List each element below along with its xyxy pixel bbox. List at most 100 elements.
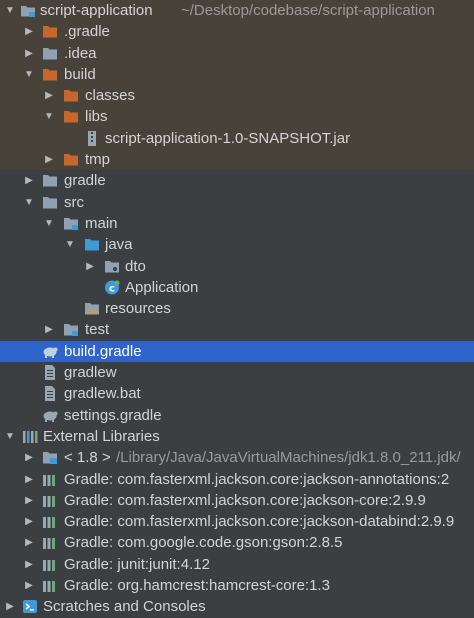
chevron-down-icon[interactable]: ▼ — [4, 0, 16, 21]
library-icon — [43, 559, 55, 571]
folder-icon — [64, 111, 78, 123]
tree-row-jar[interactable]: script-application-1.0-SNAPSHOT.jar — [0, 127, 474, 150]
scratches-icon — [23, 600, 37, 614]
tree-row-library[interactable]: ▶ Gradle: com.google.code.gson:gson:2.8.… — [0, 532, 474, 553]
tree-row-build[interactable]: ▼ build — [0, 63, 474, 86]
tree-row-library[interactable]: ▶ Gradle: com.fasterxml.jackson.core:jac… — [0, 511, 474, 532]
jdk-label: < 1.8 > — [64, 449, 111, 467]
tree-row-settings-gradle[interactable]: settings.gradle — [0, 405, 474, 426]
chevron-down-icon[interactable]: ▼ — [23, 64, 35, 85]
library-icon — [43, 581, 55, 593]
folder-icon — [64, 90, 78, 102]
source-folder-icon — [85, 239, 99, 251]
jar-file-icon — [88, 130, 96, 146]
dot-gradle-label: .gradle — [64, 23, 110, 41]
sdk-folder-icon — [43, 452, 57, 465]
tree-row-java[interactable]: ▼ java — [0, 234, 474, 255]
classes-label: classes — [85, 87, 136, 105]
chevron-right-icon[interactable]: ▶ — [43, 149, 55, 170]
tree-row-application[interactable]: c Application — [0, 277, 474, 298]
root-path: ~/Desktop/codebase/script-application — [181, 2, 435, 19]
tree-row-test[interactable]: ▶ test — [0, 319, 474, 340]
tree-row-jdk[interactable]: ▶ < 1.8 > /Library/Java/JavaVirtualMachi… — [0, 447, 474, 468]
tree-row-gradle[interactable]: ▶ gradle — [0, 170, 474, 191]
library-icon — [43, 495, 55, 507]
folder-icon — [43, 68, 57, 81]
tree-row-library[interactable]: ▶ Gradle: org.hamcrest:hamcrest-core:1.3 — [0, 575, 474, 596]
text-file-icon — [45, 365, 55, 381]
chevron-down-icon[interactable]: ▼ — [64, 234, 76, 255]
library-label: Gradle: com.fasterxml.jackson.core:jacks… — [64, 470, 450, 488]
module-folder-icon — [64, 324, 78, 337]
chevron-right-icon[interactable]: ▶ — [23, 469, 35, 490]
tree-row-main[interactable]: ▼ main — [0, 213, 474, 234]
external-libraries-label: External Libraries — [43, 427, 160, 445]
library-icon — [43, 538, 55, 550]
gradlew-bat-label: gradlew.bat — [64, 385, 141, 403]
tree-row-gradlew[interactable]: gradlew — [0, 362, 474, 383]
tree-row-build-gradle[interactable]: build.gradle — [0, 340, 474, 363]
svg-text:c: c — [109, 283, 115, 294]
library-label: Gradle: com.fasterxml.jackson.core:jacks… — [64, 513, 455, 531]
tree-row-dot-gradle[interactable]: ▶ .gradle — [0, 21, 474, 43]
tree-row-classes[interactable]: ▶ classes — [0, 85, 474, 107]
folder-icon — [43, 47, 57, 60]
build-label: build — [64, 65, 96, 83]
library-icon — [23, 430, 38, 443]
tree-row-tmp[interactable]: ▶ tmp — [0, 149, 474, 171]
chevron-down-icon[interactable]: ▼ — [4, 426, 16, 447]
library-label: Gradle: com.google.code.gson:gson:2.8.5 — [64, 534, 343, 552]
tree-row-gradlew-bat[interactable]: gradlew.bat — [0, 383, 474, 404]
tree-row-root[interactable]: ▼ script-application ~/Desktop/codebase/… — [0, 0, 474, 22]
chevron-right-icon[interactable]: ▶ — [23, 170, 35, 191]
library-icon — [43, 474, 55, 486]
folder-icon — [43, 26, 57, 38]
tree-row-external-libraries[interactable]: ▼ External Libraries — [0, 426, 474, 447]
gradle-elephant-icon — [43, 411, 58, 422]
dto-label: dto — [125, 257, 146, 275]
chevron-right-icon[interactable]: ▶ — [84, 256, 96, 277]
tree-row-src[interactable]: ▼ src — [0, 192, 474, 213]
library-label: Gradle: junit:junit:4.12 — [64, 555, 210, 573]
tree-row-libs[interactable]: ▼ libs — [0, 106, 474, 128]
chevron-right-icon[interactable]: ▶ — [23, 511, 35, 532]
text-file-icon — [45, 386, 55, 402]
tree-row-library[interactable]: ▶ Gradle: com.fasterxml.jackson.core:jac… — [0, 490, 474, 511]
build-gradle-label: build.gradle — [64, 342, 142, 360]
chevron-right-icon[interactable]: ▶ — [23, 554, 35, 575]
chevron-right-icon[interactable]: ▶ — [23, 21, 35, 42]
gradlew-label: gradlew — [64, 364, 117, 382]
chevron-right-icon[interactable]: ▶ — [23, 447, 35, 468]
module-folder-icon — [21, 6, 35, 17]
resources-folder-icon — [85, 303, 99, 315]
project-tree: ▼ script-application ~/Desktop/codebase/… — [0, 0, 474, 618]
tree-row-idea[interactable]: ▶ .idea — [0, 42, 474, 64]
tree-row-library[interactable]: ▶ Gradle: junit:junit:4.12 — [0, 554, 474, 575]
folder-icon — [64, 154, 78, 166]
chevron-right-icon[interactable]: ▶ — [43, 85, 55, 106]
tree-row-scratches[interactable]: ▶ Scratches and Consoles — [0, 596, 474, 617]
java-class-icon: c — [105, 280, 120, 295]
chevron-right-icon[interactable]: ▶ — [23, 490, 35, 511]
root-label: script-application — [40, 2, 153, 19]
chevron-right-icon[interactable]: ▶ — [43, 319, 55, 340]
scratches-label: Scratches and Consoles — [43, 598, 206, 616]
main-label: main — [85, 214, 118, 232]
jar-label: script-application-1.0-SNAPSHOT.jar — [105, 129, 351, 147]
library-label: Gradle: org.hamcrest:hamcrest-core:1.3 — [64, 577, 330, 595]
chevron-right-icon[interactable]: ▶ — [23, 43, 35, 64]
chevron-down-icon[interactable]: ▼ — [43, 106, 55, 127]
library-icon — [43, 517, 55, 529]
chevron-right-icon[interactable]: ▶ — [4, 596, 16, 617]
library-label: Gradle: com.fasterxml.jackson.core:jacks… — [64, 491, 426, 509]
tree-row-dto[interactable]: ▶ dto — [0, 256, 474, 277]
chevron-right-icon[interactable]: ▶ — [23, 575, 35, 596]
tree-row-library[interactable]: ▶ Gradle: com.fasterxml.jackson.core:jac… — [0, 469, 474, 490]
test-label: test — [85, 321, 110, 339]
tree-row-resources[interactable]: resources — [0, 298, 474, 319]
chevron-down-icon[interactable]: ▼ — [23, 192, 35, 213]
gradle-elephant-icon — [43, 347, 58, 358]
chevron-right-icon[interactable]: ▶ — [23, 532, 35, 553]
chevron-down-icon[interactable]: ▼ — [43, 213, 55, 234]
resources-label: resources — [105, 300, 171, 318]
